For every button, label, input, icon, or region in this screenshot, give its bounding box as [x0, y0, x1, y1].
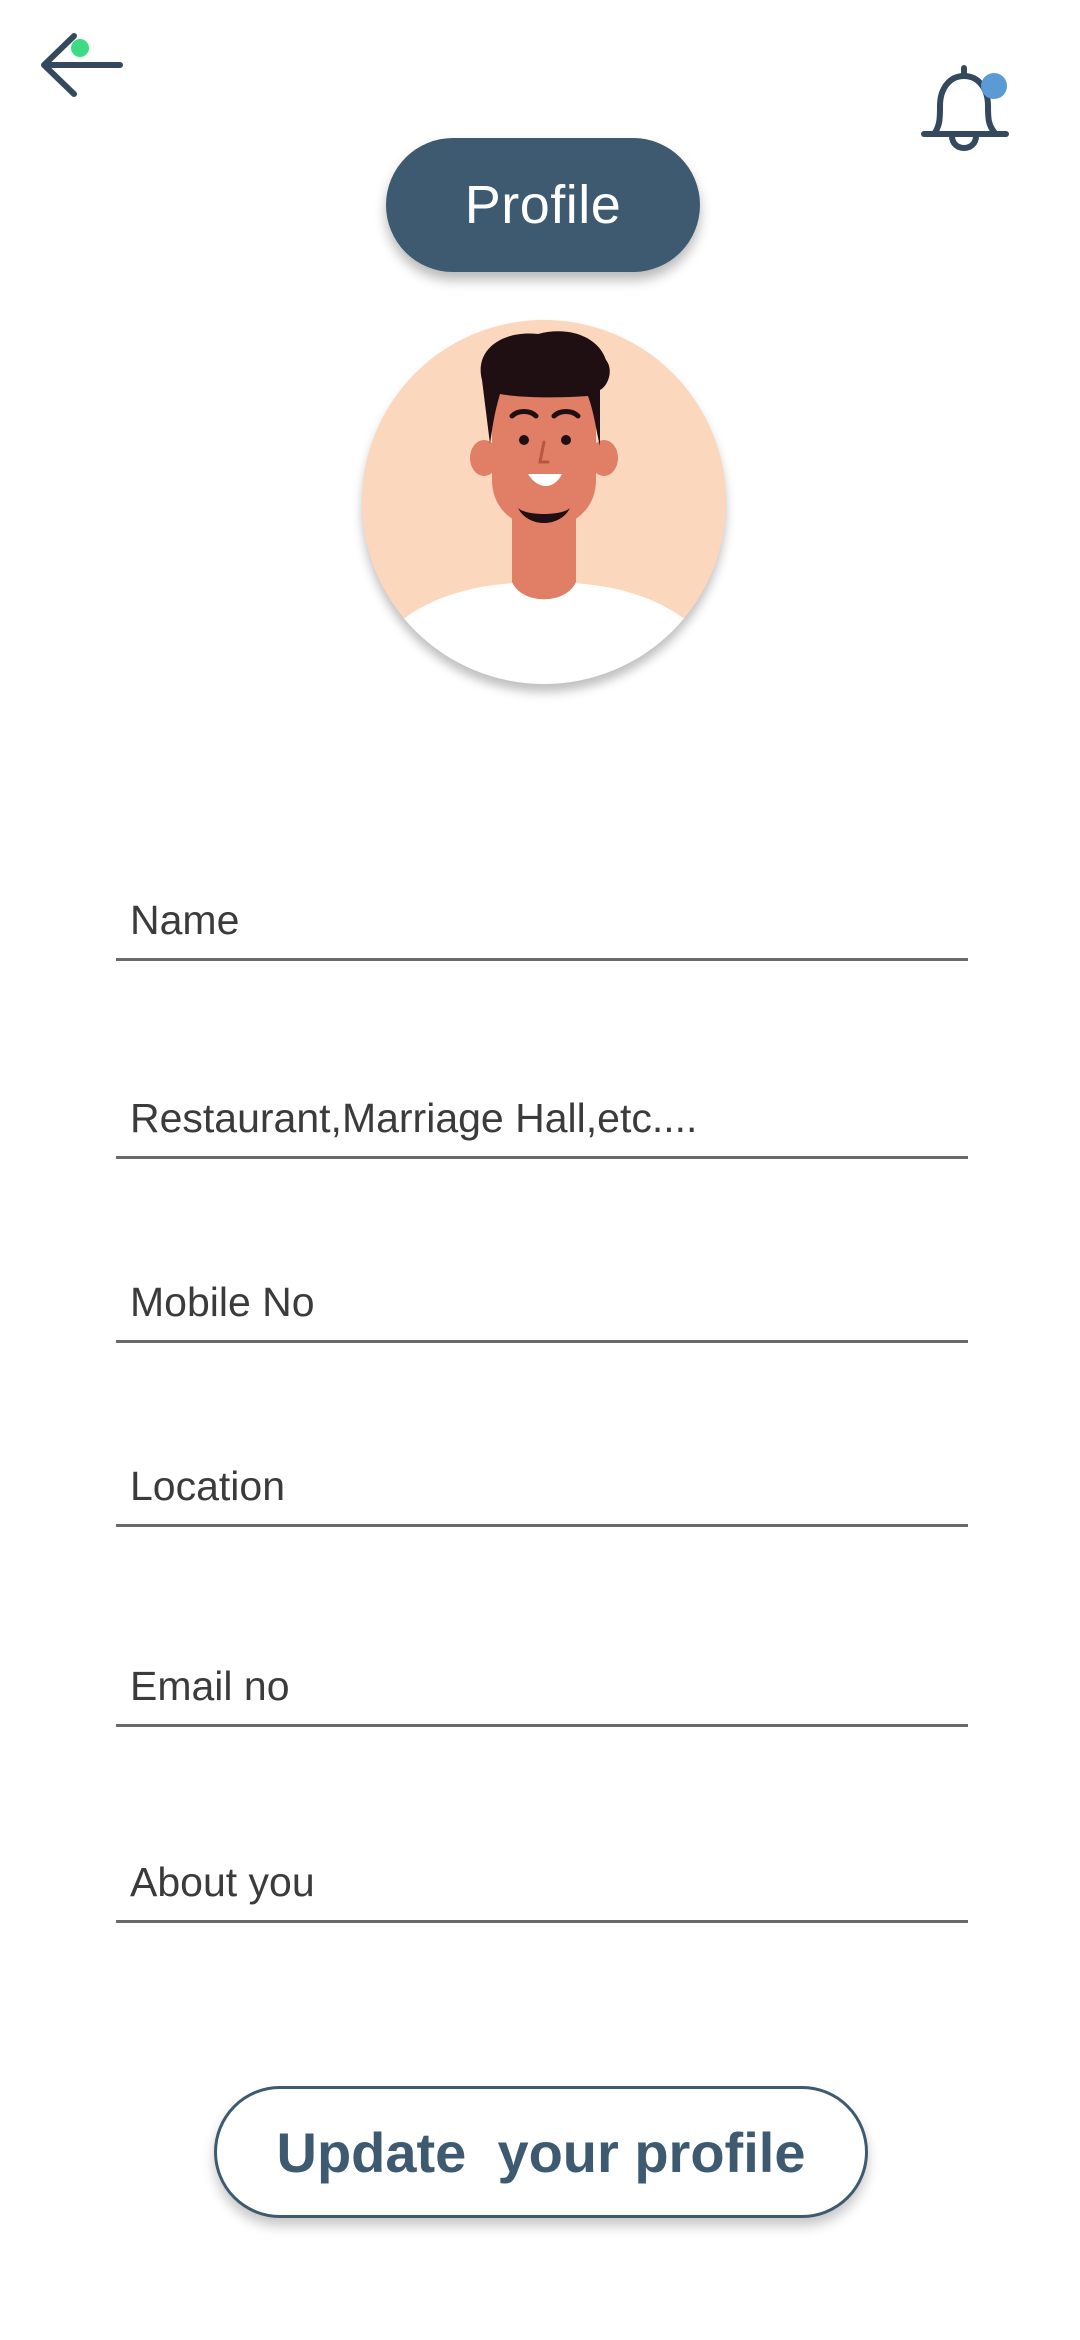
about-placeholder: About you — [130, 1859, 315, 1905]
profile-screen: Profile Name Restaurant,Marriage Hall,et… — [0, 0, 1080, 2340]
email-field[interactable]: Email no — [116, 1626, 968, 1727]
mobile-field[interactable]: Mobile No — [116, 1256, 968, 1343]
notification-button[interactable] — [918, 58, 1018, 162]
arrow-left-icon — [41, 33, 123, 97]
about-field[interactable]: About you — [116, 1826, 968, 1923]
bell-icon — [921, 65, 1009, 151]
location-placeholder: Location — [130, 1463, 286, 1509]
avatar[interactable] — [362, 320, 726, 684]
business-type-placeholder: Restaurant,Marriage Hall,etc.... — [130, 1095, 698, 1141]
user-avatar-illustration — [362, 320, 726, 684]
location-field[interactable]: Location — [116, 1440, 968, 1527]
update-profile-button[interactable]: Update your profile — [214, 2086, 868, 2218]
page-title: Profile — [386, 138, 700, 272]
name-field[interactable]: Name — [116, 856, 968, 961]
mobile-placeholder: Mobile No — [130, 1279, 315, 1325]
business-type-field[interactable]: Restaurant,Marriage Hall,etc.... — [116, 1068, 968, 1159]
email-placeholder: Email no — [130, 1663, 290, 1709]
name-placeholder: Name — [130, 897, 240, 943]
back-button[interactable] — [36, 28, 128, 104]
